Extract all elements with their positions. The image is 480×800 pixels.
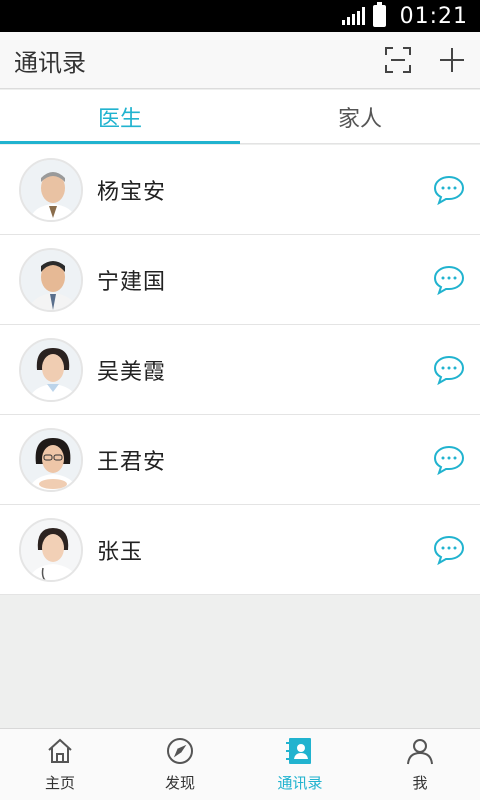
chat-icon[interactable] <box>433 175 465 205</box>
nav-label: 我 <box>412 774 428 792</box>
battery-icon <box>372 2 386 27</box>
tab-family[interactable]: 家人 <box>240 90 480 143</box>
contact-row[interactable]: 吴美霞 <box>0 325 480 415</box>
nav-label: 通讯录 <box>277 774 323 792</box>
contact-name: 宁建国 <box>97 269 167 295</box>
page-title: 通讯录 <box>14 48 86 77</box>
avatar <box>19 157 83 222</box>
status-time: 01:21 <box>399 3 468 29</box>
contact-row[interactable]: 张玉 <box>0 505 480 595</box>
user-icon <box>405 736 435 766</box>
compass-icon <box>165 736 195 766</box>
contact-name: 吴美霞 <box>97 359 167 385</box>
avatar <box>19 337 83 402</box>
tab-doctors[interactable]: 医生 <box>0 90 240 144</box>
nav-me[interactable]: 我 <box>360 729 480 800</box>
contact-name: 王君安 <box>97 449 167 475</box>
contacts-icon <box>285 736 315 766</box>
nav-discover[interactable]: 发现 <box>120 729 240 800</box>
chat-icon[interactable] <box>433 265 465 295</box>
add-icon[interactable] <box>438 46 466 74</box>
home-icon <box>45 736 75 766</box>
nav-label: 发现 <box>164 774 195 792</box>
bottom-nav: 主页 发现 通讯录 我 <box>0 728 480 800</box>
avatar <box>19 427 83 492</box>
app-header: 通讯录 <box>0 32 480 89</box>
scan-icon[interactable] <box>384 46 412 74</box>
chat-icon[interactable] <box>433 355 465 385</box>
nav-contacts[interactable]: 通讯录 <box>240 729 360 800</box>
contact-row[interactable]: 杨宝安 <box>0 145 480 235</box>
contact-row[interactable]: 王君安 <box>0 415 480 505</box>
chat-icon[interactable] <box>433 535 465 565</box>
contact-list: 杨宝安 宁建国 吴美霞 王君安 张玉 <box>0 145 480 595</box>
status-bar: 01:21 <box>0 0 480 32</box>
tab-bar: 医生 家人 <box>0 90 480 144</box>
signal-icon <box>341 7 365 25</box>
avatar <box>19 517 83 582</box>
contact-name: 杨宝安 <box>97 179 167 205</box>
chat-icon[interactable] <box>433 445 465 475</box>
contact-name: 张玉 <box>97 539 144 565</box>
nav-home[interactable]: 主页 <box>0 729 120 800</box>
contact-row[interactable]: 宁建国 <box>0 235 480 325</box>
avatar <box>19 247 83 312</box>
nav-label: 主页 <box>44 774 75 792</box>
